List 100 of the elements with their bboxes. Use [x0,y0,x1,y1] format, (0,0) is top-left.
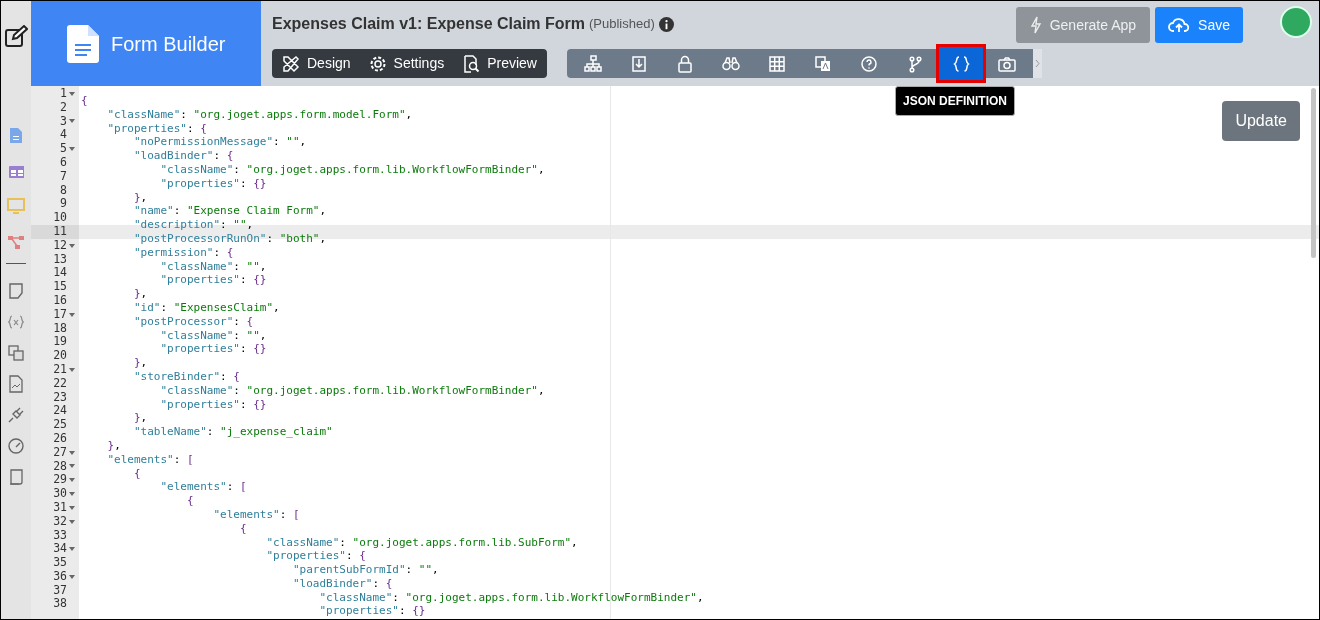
line-number: 30 [53,487,67,501]
code-line: "className": "", [159,328,267,342]
lock-icon [676,54,694,73]
fold-caret-icon[interactable] [69,464,75,469]
line-number: 10 [53,211,67,225]
fold-caret-icon[interactable] [69,547,75,552]
sitemap-icon [584,54,602,73]
code-line: "parentSubFormId": "", [291,563,439,577]
fold-caret-icon[interactable] [69,119,75,124]
document-icon[interactable] [8,127,24,143]
line-number: 6 [60,156,67,170]
line-number: 24 [53,404,67,419]
variable-icon[interactable] [7,313,25,331]
fold-caret-icon[interactable] [69,367,75,372]
code-line: "properties": {} [159,342,267,356]
line-number: 17 [53,307,67,322]
code-line: }, [133,190,148,204]
line-number: 8 [60,183,67,198]
line-number: 16 [53,293,67,308]
line-number: 31 [53,500,67,515]
preview-icon [462,54,481,73]
line-number: 27 [53,445,67,460]
line-number: 32 [53,514,67,529]
document-icon [67,24,99,63]
code-line: "className": "org.joget.apps.form.model.Form", [106,107,413,121]
fold-caret-icon[interactable] [69,574,75,579]
scroll-icon[interactable] [7,468,25,486]
translate-icon[interactable] [7,344,25,362]
code-line: "elements": [ [106,452,194,466]
code-line: "properties": { [265,549,366,563]
save-button[interactable]: Save [1155,7,1243,43]
line-number: 19 [53,335,67,350]
app-title: Form Builder [111,31,226,57]
edit-icon[interactable] [4,25,28,49]
fold-caret-icon[interactable] [69,492,75,496]
mode-tab[interactable]: Settings [368,53,445,74]
table-icon[interactable] [8,163,24,179]
line-number: 22 [53,376,67,391]
code-line: "properties": {} [159,397,267,411]
line-number: 25 [53,418,67,432]
fold-caret-icon[interactable] [69,91,75,96]
line-number: 28 [53,459,67,474]
tool-button[interactable] [939,47,983,80]
scrollbar[interactable] [1311,88,1316,258]
fold-caret-icon[interactable] [69,450,75,455]
form-title: Expenses Claim v1: Expense Claim Form [272,14,585,34]
mode-tab[interactable]: Design [282,53,351,74]
avatar[interactable] [1280,6,1312,38]
code-line: "className": "org.joget.apps.form.lib.WorkflowFormBinder", [159,163,545,176]
line-number: 15 [53,280,67,294]
help-icon [860,54,878,73]
code-line: "tableName": "j_expense_claim" [133,425,333,439]
code-line: "elements": [ [212,507,300,521]
form-status: (Published) [589,15,655,34]
line-number: 1 [60,87,67,101]
info-icon[interactable] [658,16,674,32]
line-number: 11 [53,224,67,239]
line-number: 4 [60,128,67,143]
translate-icon [814,54,832,73]
line-number: 34 [53,542,67,557]
line-number: 23 [53,390,67,405]
update-button[interactable]: Update [1222,101,1300,141]
line-number: 20 [53,349,67,363]
cloud-upload-icon [1168,16,1191,34]
line-number: 36 [53,569,67,584]
fold-caret-icon[interactable] [69,519,75,524]
code-line: { [185,494,194,508]
line-number: 3 [60,114,67,129]
code-line: { [133,466,141,480]
fold-caret-icon[interactable] [69,312,75,317]
fold-caret-icon[interactable] [69,478,75,483]
mode-tab[interactable]: Preview [462,53,537,74]
grid-icon [768,54,786,73]
line-number: 35 [53,556,67,570]
code-line: }, [133,356,148,370]
note-icon[interactable] [7,282,25,300]
line-number: 38 [53,597,67,612]
fold-caret-icon[interactable] [69,505,75,510]
line-number: 9 [60,197,67,212]
code-line: { [238,521,247,535]
gear-icon [368,54,387,73]
line-number: 26 [53,431,67,446]
code-line: "postProcessorRunOn": "both", [133,231,327,245]
gauge-icon[interactable] [7,437,25,455]
code-line: "className": "", [159,259,267,273]
code-line: "description": "", [133,218,254,232]
code-line: }, [133,411,148,425]
camera-icon [998,54,1016,73]
line-number: 33 [53,528,67,543]
line-number: 21 [53,362,67,377]
line-number: 37 [53,583,67,598]
chart-file-icon[interactable] [7,375,25,393]
code-line: "className": "org.joget.apps.form.lib.SubForm", [265,535,578,549]
code-line: "postProcessor": { [133,314,254,328]
code-line: "permission": { [133,245,234,259]
fold-caret-icon[interactable] [69,147,75,152]
tooltip: JSON DEFINITION [895,86,1015,116]
code-line: "loadBinder": { [133,149,234,163]
plug-icon[interactable] [7,406,25,424]
fold-caret-icon[interactable] [69,243,75,248]
